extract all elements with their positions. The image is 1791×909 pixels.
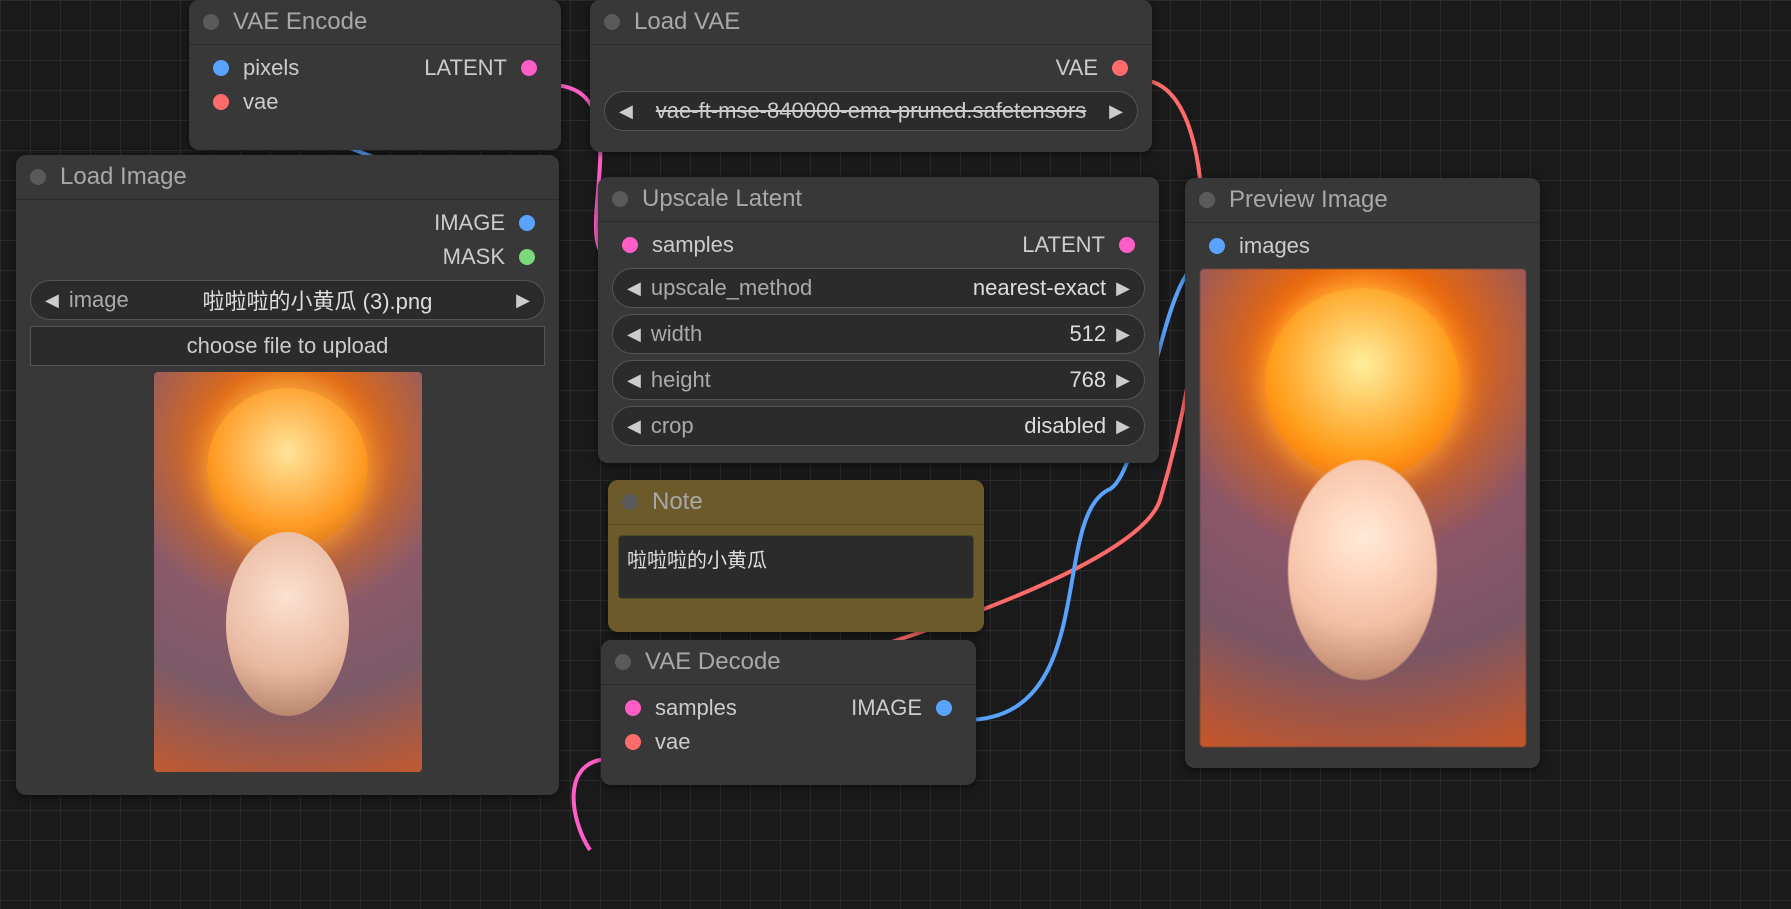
title-text: VAE Encode bbox=[233, 8, 367, 36]
port-dot-icon bbox=[213, 94, 229, 110]
port-dot-icon bbox=[622, 237, 638, 253]
node-load-image[interactable]: Load Image IMAGE MASK ◀ image 啦啦啦的小黄瓜 (3… bbox=[16, 155, 559, 795]
port-dot-icon bbox=[1209, 238, 1225, 254]
output-port-vae[interactable]: VAE bbox=[600, 51, 1142, 85]
port-dot-icon bbox=[625, 700, 641, 716]
port-dot-icon bbox=[1112, 60, 1128, 76]
chevron-left-icon[interactable]: ◀ bbox=[623, 370, 645, 391]
node-upscale-latent[interactable]: Upscale Latent samples LATENT ◀ upscale_… bbox=[598, 177, 1159, 463]
node-title[interactable]: Preview Image bbox=[1185, 178, 1540, 223]
widget-upscale-method[interactable]: ◀ upscale_method nearest-exact ▶ bbox=[612, 268, 1145, 308]
input-port-vae[interactable]: vae bbox=[199, 85, 375, 119]
title-text: Load VAE bbox=[634, 8, 740, 36]
collapse-dot-icon[interactable] bbox=[30, 169, 46, 185]
upload-button[interactable]: choose file to upload bbox=[30, 326, 545, 366]
node-load-vae[interactable]: Load VAE VAE ◀ vae-ft-mse-840000-ema-pru… bbox=[590, 0, 1152, 152]
node-title[interactable]: VAE Encode bbox=[189, 0, 561, 45]
chevron-left-icon[interactable]: ◀ bbox=[615, 101, 637, 122]
node-title[interactable]: VAE Decode bbox=[601, 640, 976, 685]
port-dot-icon bbox=[521, 60, 537, 76]
image-preview-output bbox=[1200, 269, 1526, 747]
output-port-image[interactable]: IMAGE bbox=[789, 691, 967, 725]
note-text-input[interactable]: 啦啦啦的小黄瓜 bbox=[618, 535, 974, 599]
output-port-latent[interactable]: LATENT bbox=[879, 228, 1150, 262]
widget-width[interactable]: ◀ width 512 ▶ bbox=[612, 314, 1145, 354]
input-port-samples[interactable]: samples bbox=[611, 691, 789, 725]
chevron-right-icon[interactable]: ▶ bbox=[1112, 416, 1134, 437]
chevron-left-icon[interactable]: ◀ bbox=[623, 324, 645, 345]
chevron-left-icon[interactable]: ◀ bbox=[41, 290, 63, 311]
collapse-dot-icon[interactable] bbox=[612, 191, 628, 207]
collapse-dot-icon[interactable] bbox=[1199, 192, 1215, 208]
output-port-latent[interactable]: LATENT bbox=[375, 51, 551, 85]
port-dot-icon bbox=[936, 700, 952, 716]
title-text: Upscale Latent bbox=[642, 185, 802, 213]
widget-vae-name[interactable]: ◀ vae-ft-mse-840000-ema-pruned.safetenso… bbox=[604, 91, 1138, 131]
node-title[interactable]: Load VAE bbox=[590, 0, 1152, 45]
input-port-vae[interactable]: vae bbox=[611, 725, 789, 759]
node-title[interactable]: Upscale Latent bbox=[598, 177, 1159, 222]
chevron-left-icon[interactable]: ◀ bbox=[623, 278, 645, 299]
chevron-right-icon[interactable]: ▶ bbox=[1112, 324, 1134, 345]
widget-image-file[interactable]: ◀ image 啦啦啦的小黄瓜 (3).png ▶ bbox=[30, 280, 545, 320]
collapse-dot-icon[interactable] bbox=[615, 654, 631, 670]
title-text: Load Image bbox=[60, 163, 187, 191]
collapse-dot-icon[interactable] bbox=[622, 494, 638, 510]
port-dot-icon bbox=[625, 734, 641, 750]
input-port-samples[interactable]: samples bbox=[608, 228, 879, 262]
port-dot-icon bbox=[213, 60, 229, 76]
chevron-right-icon[interactable]: ▶ bbox=[1105, 101, 1127, 122]
chevron-left-icon[interactable]: ◀ bbox=[623, 416, 645, 437]
title-text: VAE Decode bbox=[645, 648, 781, 676]
node-vae-decode[interactable]: VAE Decode samples vae IMAGE bbox=[601, 640, 976, 785]
output-port-mask[interactable]: MASK bbox=[26, 240, 549, 274]
title-text: Note bbox=[652, 488, 703, 516]
widget-height[interactable]: ◀ height 768 ▶ bbox=[612, 360, 1145, 400]
node-title[interactable]: Note bbox=[608, 480, 984, 525]
node-title[interactable]: Load Image bbox=[16, 155, 559, 200]
image-preview bbox=[154, 372, 422, 772]
chevron-right-icon[interactable]: ▶ bbox=[1112, 370, 1134, 391]
collapse-dot-icon[interactable] bbox=[604, 14, 620, 30]
chevron-right-icon[interactable]: ▶ bbox=[512, 290, 534, 311]
collapse-dot-icon[interactable] bbox=[203, 14, 219, 30]
widget-crop[interactable]: ◀ crop disabled ▶ bbox=[612, 406, 1145, 446]
node-note[interactable]: Note 啦啦啦的小黄瓜 bbox=[608, 480, 984, 632]
port-dot-icon bbox=[1119, 237, 1135, 253]
port-dot-icon bbox=[519, 215, 535, 231]
chevron-right-icon[interactable]: ▶ bbox=[1112, 278, 1134, 299]
node-vae-encode[interactable]: VAE Encode pixels vae LATENT bbox=[189, 0, 561, 150]
input-port-pixels[interactable]: pixels bbox=[199, 51, 375, 85]
title-text: Preview Image bbox=[1229, 186, 1388, 214]
node-preview-image[interactable]: Preview Image images bbox=[1185, 178, 1540, 768]
port-dot-icon bbox=[519, 249, 535, 265]
output-port-image[interactable]: IMAGE bbox=[26, 206, 549, 240]
input-port-images[interactable]: images bbox=[1195, 229, 1530, 263]
